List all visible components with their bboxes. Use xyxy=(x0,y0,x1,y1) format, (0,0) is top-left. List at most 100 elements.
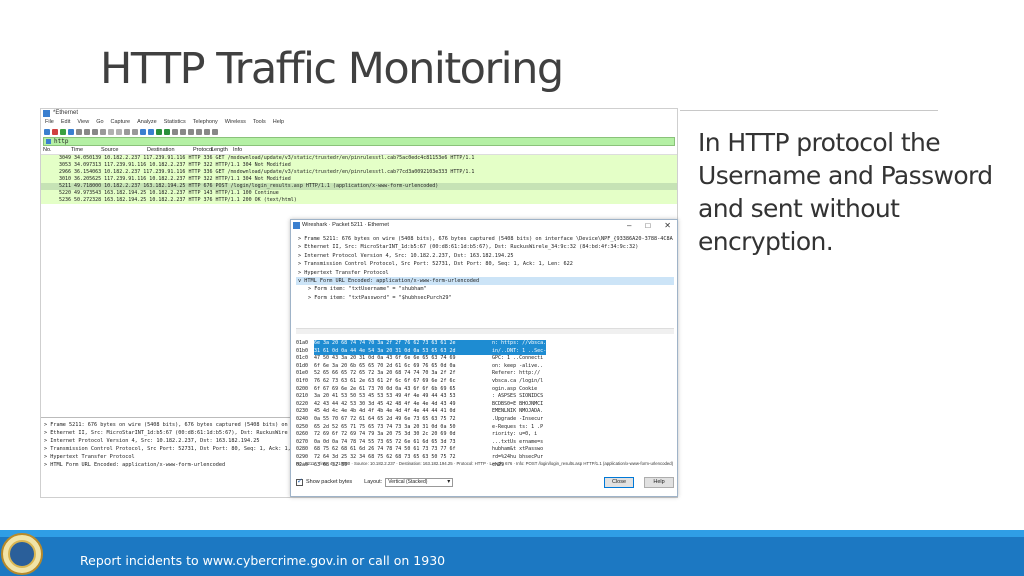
hex-ascii[interactable]: in/..DNT: 1 ..Sec- xyxy=(486,347,546,356)
menu-item-help[interactable]: Help xyxy=(273,118,284,127)
detail-row[interactable]: > Transmission Control Protocol, Src Por… xyxy=(41,445,291,453)
close-file-icon[interactable] xyxy=(92,129,98,135)
help-button[interactable]: Help xyxy=(644,476,674,488)
protocol-tree-row[interactable]: > Form item: "txtPassword" = "$hubhsecPu… xyxy=(296,294,674,302)
hex-bytes[interactable]: 42 43 44 42 53 30 3d 45 42 48 4f 4e 4e 4… xyxy=(314,401,486,409)
hex-ascii[interactable]: e-Reques ts: 1 .P xyxy=(486,424,546,432)
detail-row[interactable]: > HTML Form URL Encoded: application/x-w… xyxy=(41,461,291,469)
hex-bytes[interactable]: 0a 0d 0a 74 78 74 55 73 65 72 6e 61 6d 6… xyxy=(314,439,486,447)
menu-item-wireless[interactable]: Wireless xyxy=(225,118,246,127)
protocol-tree-row[interactable]: > Form item: "txtUsername" = "shubham" xyxy=(296,285,674,293)
restart-capture-icon[interactable] xyxy=(60,129,66,135)
last-packet-icon[interactable] xyxy=(148,129,154,135)
hex-ascii[interactable]: on: keep -alive.. xyxy=(486,363,546,371)
detail-row[interactable]: > Hypertext Transfer Protocol xyxy=(41,453,291,461)
protocol-tree-row[interactable]: > Ethernet II, Src: MicroStarINT_1d:b5:6… xyxy=(296,243,674,251)
close-icon[interactable]: ✕ xyxy=(664,220,671,231)
zoom-out-icon[interactable] xyxy=(180,129,186,135)
layout-select[interactable]: Vertical (Stacked) xyxy=(385,477,454,487)
menu-item-edit[interactable]: Edit xyxy=(61,118,70,127)
menu-item-capture[interactable]: Capture xyxy=(111,118,131,127)
reload-icon[interactable] xyxy=(100,129,106,135)
menu-item-view[interactable]: View xyxy=(77,118,89,127)
hex-bytes[interactable]: 47 50 43 3a 20 31 0d 0a 43 6f 6e 6e 65 6… xyxy=(314,355,486,363)
col-protocol[interactable]: Protocol xyxy=(193,146,213,154)
more-icon[interactable] xyxy=(212,129,218,135)
bookmark-icon[interactable] xyxy=(46,139,51,144)
colorize-icon[interactable] xyxy=(164,129,170,135)
hex-ascii[interactable]: n: https: //vbsca. xyxy=(486,340,546,348)
hex-bytes[interactable]: 65 2d 52 65 71 75 65 73 74 73 3a 20 31 0… xyxy=(314,424,486,432)
packet-row[interactable]: 3010 36.205625 117.239.91.116 10.182.2.2… xyxy=(41,176,677,183)
col-destination[interactable]: Destination xyxy=(147,146,193,154)
menu-item-tools[interactable]: Tools xyxy=(253,118,266,127)
hex-ascii[interactable]: hubham&t xtPasswo xyxy=(486,446,546,454)
hex-bytes[interactable]: 6f 6e 3a 20 6b 65 65 70 2d 61 6c 69 76 6… xyxy=(314,363,486,371)
open-file-icon[interactable] xyxy=(76,129,82,135)
save-file-icon[interactable] xyxy=(84,129,90,135)
hex-bytes[interactable]: 45 4d 4c 4e 4b 4d 4f 4b 4e 4d 4f 4e 44 4… xyxy=(314,408,486,416)
go-to-packet-icon[interactable] xyxy=(132,129,138,135)
protocol-tree-row[interactable]: > Internet Protocol Version 4, Src: 10.1… xyxy=(296,252,674,260)
hex-ascii[interactable]: : ASPSES SIONIDCS xyxy=(486,393,546,401)
stop-capture-icon[interactable] xyxy=(52,129,58,135)
hex-ascii[interactable]: vbsca.ca /login/l xyxy=(486,378,546,386)
hex-ascii[interactable]: riority: u=0, i xyxy=(486,431,546,439)
hex-bytes[interactable]: 72 69 6f 72 69 74 79 3a 20 75 3d 30 2c 2… xyxy=(314,431,486,439)
protocol-tree-row[interactable]: > Hypertext Transfer Protocol xyxy=(296,269,674,277)
packet-row[interactable]: 5211 49.718000 10.182.2.237 163.182.194.… xyxy=(41,183,677,190)
menu-item-file[interactable]: File xyxy=(45,118,54,127)
hex-ascii[interactable]: Referer: http:// xyxy=(486,370,546,378)
hex-bytes[interactable]: 6e 3a 20 68 74 74 70 3a 2f 2f 76 62 73 6… xyxy=(314,340,486,348)
hex-bytes[interactable]: 31 61 0d 0a 44 4e 54 3a 20 31 0d 0a 53 6… xyxy=(314,347,486,356)
maximize-icon[interactable]: □ xyxy=(645,220,650,231)
col-source[interactable]: Source xyxy=(101,146,147,154)
hex-ascii[interactable]: ogin.asp Cookie xyxy=(486,386,546,394)
col-info[interactable]: Info xyxy=(233,146,273,154)
close-button[interactable]: Close xyxy=(604,476,634,488)
menu-item-analyze[interactable]: Analyze xyxy=(137,118,157,127)
hex-bytes[interactable]: 76 62 73 63 61 2e 63 61 2f 6c 6f 67 69 6… xyxy=(314,378,486,386)
hex-ascii[interactable]: .Upgrade -Insecur xyxy=(486,416,546,424)
hex-ascii[interactable]: EMENLNIK NMOJADA. xyxy=(486,408,546,416)
resize-columns-icon[interactable] xyxy=(196,129,202,135)
menu-item-telephony[interactable]: Telephony xyxy=(193,118,218,127)
go-back-icon[interactable] xyxy=(116,129,122,135)
packet-row[interactable]: 2966 36.154063 10.182.2.237 117.239.91.1… xyxy=(41,169,677,176)
hex-bytes[interactable]: 3a 20 41 53 50 53 45 53 53 49 4f 4e 49 4… xyxy=(314,393,486,401)
col-no[interactable]: No. xyxy=(41,146,71,154)
hex-bytes[interactable]: 6f 67 69 6e 2e 61 73 70 0d 0a 43 6f 6f 6… xyxy=(314,386,486,394)
start-capture-icon[interactable] xyxy=(44,129,50,135)
hex-ascii[interactable]: BCDBS0=E BHOJNMCI xyxy=(486,401,546,409)
protocol-tree-row[interactable]: > Transmission Control Protocol, Src Por… xyxy=(296,260,674,268)
normal-size-icon[interactable] xyxy=(188,129,194,135)
more-icon[interactable] xyxy=(204,129,210,135)
hex-bytes[interactable]: 68 75 62 68 61 6d 26 74 78 74 50 61 73 7… xyxy=(314,446,486,454)
col-time[interactable]: Time xyxy=(71,146,101,154)
packet-row[interactable]: 3053 34.097313 117.239.91.116 10.182.2.2… xyxy=(41,162,677,169)
col-length[interactable]: Length xyxy=(211,146,233,154)
go-forward-icon[interactable] xyxy=(124,129,130,135)
detail-row[interactable]: > Frame 5211: 676 bytes on wire (5408 bi… xyxy=(41,421,291,429)
protocol-tree-row[interactable]: v HTML Form URL Encoded: application/x-w… xyxy=(296,276,674,286)
display-filter-input[interactable]: http xyxy=(43,137,675,146)
packet-row[interactable]: 5236 50.272328 163.182.194.25 10.182.2.2… xyxy=(41,197,677,204)
menu-item-go[interactable]: Go xyxy=(96,118,103,127)
show-packet-bytes-checkbox[interactable] xyxy=(296,477,303,486)
zoom-in-icon[interactable] xyxy=(172,129,178,135)
menu-item-statistics[interactable]: Statistics xyxy=(164,118,186,127)
detail-row[interactable]: > Ethernet II, Src: MicroStarINT_1d:b5:6… xyxy=(41,429,291,437)
hex-ascii[interactable]: GPC: 1 ..Connecti xyxy=(486,355,546,363)
minimize-icon[interactable]: – xyxy=(627,220,631,231)
protocol-tree-row[interactable]: > Frame 5211: 676 bytes on wire (5408 bi… xyxy=(296,235,674,243)
packet-row[interactable]: 3049 34.050139 10.182.2.237 117.239.91.1… xyxy=(41,155,677,162)
capture-options-icon[interactable] xyxy=(68,129,74,135)
hex-bytes[interactable]: 0a 55 70 67 72 61 64 65 2d 49 6e 73 65 6… xyxy=(314,416,486,424)
horizontal-scrollbar[interactable] xyxy=(296,328,674,334)
first-packet-icon[interactable] xyxy=(140,129,146,135)
hex-ascii[interactable]: ...txtUs ername=s xyxy=(486,439,546,447)
packet-row[interactable]: 5220 49.973543 163.182.194.25 10.182.2.2… xyxy=(41,190,677,197)
find-icon[interactable] xyxy=(108,129,114,135)
hex-bytes[interactable]: 52 65 66 65 72 65 72 3a 20 68 74 74 70 3… xyxy=(314,370,486,378)
detail-row[interactable]: > Internet Protocol Version 4, Src: 10.1… xyxy=(41,437,291,445)
